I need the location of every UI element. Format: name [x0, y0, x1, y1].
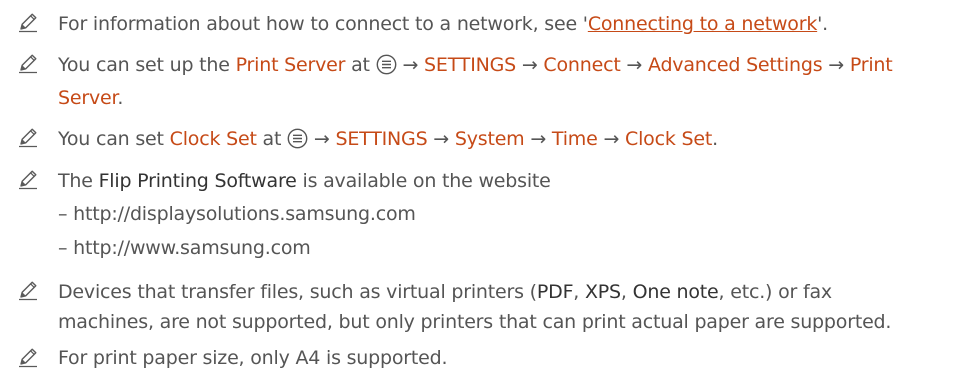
note-text: You can set Clock Set at → SETTINGS → Sy… [58, 128, 718, 150]
pencil-icon [17, 126, 39, 148]
pencil-icon [17, 168, 39, 190]
note-text: For information about how to connect to … [58, 13, 829, 35]
pencil-icon [17, 52, 39, 74]
note-text-cont: Server. [58, 87, 124, 109]
note-text: For print paper size, only A4 is support… [58, 347, 448, 369]
note-text: You can set up the Print Server at → SET… [58, 54, 893, 76]
pencil-icon [17, 346, 39, 368]
notes-list: For information about how to connect to … [0, 0, 975, 378]
pencil-icon [17, 11, 39, 33]
website-entry: – http://displaysolutions.samsung.com [58, 203, 416, 225]
note-text-cont: machines, are not supported, but only pr… [58, 311, 892, 333]
menu-icon [376, 54, 397, 75]
connecting-to-network-link[interactable]: Connecting to a network [588, 13, 818, 35]
menu-icon [287, 128, 308, 149]
note-text: Devices that transfer files, such as vir… [58, 281, 832, 303]
pencil-icon [17, 279, 39, 301]
note-text: The Flip Printing Software is available … [58, 170, 551, 192]
website-entry: – http://www.samsung.com [58, 237, 311, 259]
